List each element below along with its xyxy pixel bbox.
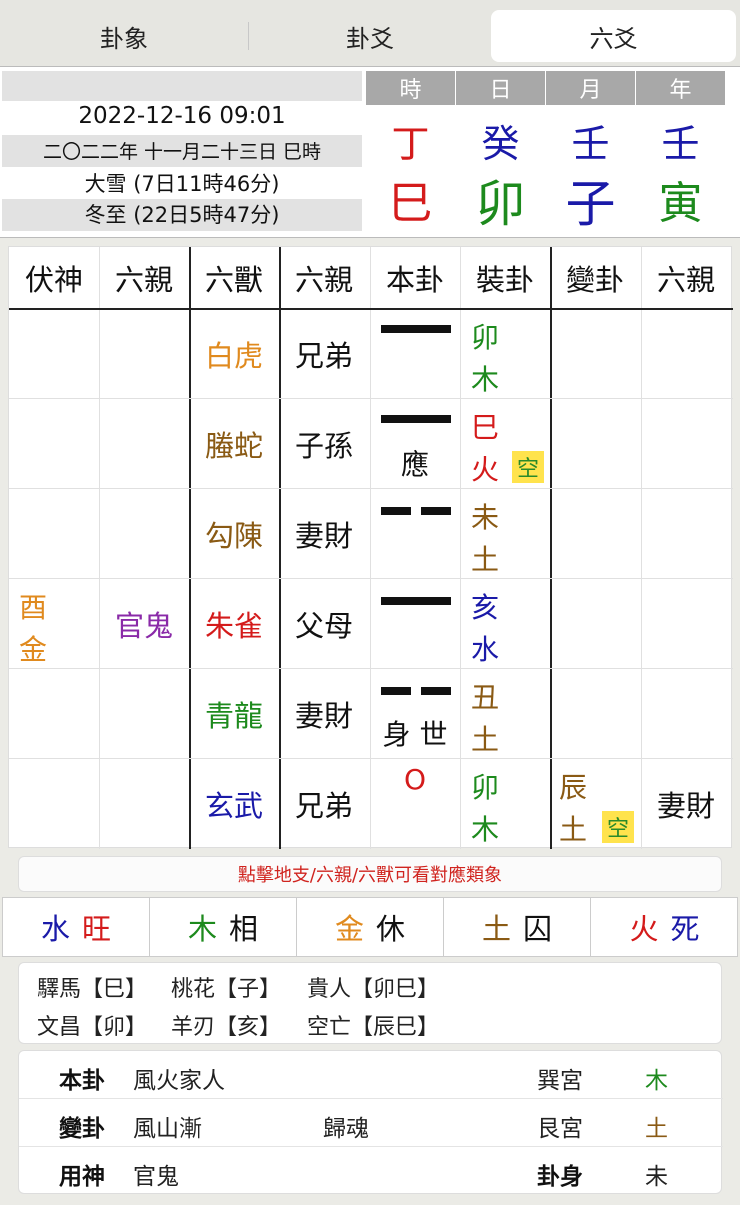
- header-liuqin-changed: 六親: [656, 263, 715, 297]
- beast-cell[interactable]: 朱雀: [189, 579, 279, 669]
- branch-cell[interactable]: 亥水: [465, 587, 505, 671]
- spirit-yangren[interactable]: 羊刃【亥】: [171, 1009, 281, 1041]
- kong-badge: 空: [512, 451, 544, 483]
- season-water: 水旺: [3, 898, 150, 956]
- spirit-yima[interactable]: 驛馬【巳】: [37, 971, 147, 1003]
- year-branch[interactable]: 寅: [636, 175, 725, 233]
- spirit-wenchang[interactable]: 文昌【卯】: [37, 1009, 147, 1041]
- solar-term-current: 大雪 (7日11時46分): [84, 172, 280, 196]
- relative-cell[interactable]: 父母: [279, 579, 369, 669]
- changed-branch-cell[interactable]: 辰土: [553, 767, 593, 851]
- season-wood: 木相: [150, 898, 297, 956]
- header-gray-band: [2, 71, 362, 101]
- grid-line: [9, 758, 733, 759]
- yin-line-right: [421, 507, 451, 515]
- gua-shen-value: 未: [645, 1164, 668, 1190]
- month-stem[interactable]: 壬: [546, 119, 635, 169]
- year-stem[interactable]: 壬: [636, 119, 725, 169]
- hidden-relative-cell[interactable]: 官鬼: [99, 579, 189, 669]
- ying-marker: 應: [400, 448, 429, 481]
- day-branch[interactable]: 卯: [456, 175, 545, 233]
- ben-gua-palace: 巽宮: [537, 1068, 583, 1094]
- relative-cell[interactable]: 子孫: [279, 399, 369, 489]
- branch-cell[interactable]: 卯木: [465, 317, 505, 401]
- ben-gua-name[interactable]: 風火家人: [133, 1061, 225, 1095]
- tab-gua-yao[interactable]: 卦爻: [248, 10, 492, 62]
- pillar-label-month: 月: [546, 71, 635, 105]
- shi-marker: 身 世: [382, 718, 448, 751]
- spirit-taohua[interactable]: 桃花【子】: [171, 971, 281, 1003]
- season-earth: 土囚: [444, 898, 591, 956]
- beast-cell[interactable]: 青龍: [189, 669, 279, 759]
- yin-line-right: [421, 687, 451, 695]
- header-liuqin: 六親: [294, 263, 353, 297]
- bian-gua-palace: 艮宮: [537, 1116, 583, 1142]
- spirit-guiren[interactable]: 貴人【卯巳】: [307, 971, 439, 1003]
- day-stem[interactable]: 癸: [456, 119, 545, 169]
- grid-line: [9, 488, 733, 489]
- kong-badge: 空: [602, 811, 634, 843]
- pillar-label-day: 日: [456, 71, 545, 105]
- beast-cell[interactable]: 白虎: [189, 309, 279, 399]
- row-divider: [19, 1098, 723, 1099]
- branch-cell[interactable]: 巳火: [465, 407, 505, 491]
- spirit-stars-panel: 驛馬【巳】 桃花【子】 貴人【卯巳】 文昌【卯】 羊刃【亥】 空亡【辰巳】: [18, 962, 722, 1044]
- element-strength-bar: 水旺 木相 金休 土囚 火死: [2, 897, 738, 957]
- yang-line: [381, 597, 451, 605]
- yong-shen-label: 用神: [59, 1164, 105, 1190]
- grid-line: [9, 398, 733, 399]
- relative-cell[interactable]: 兄弟: [279, 759, 369, 849]
- bian-gua-name[interactable]: 風山漸: [133, 1109, 202, 1143]
- tab-bar: 卦象 卦爻 六爻: [0, 0, 740, 66]
- tab-gua-xiang[interactable]: 卦象: [0, 10, 248, 62]
- row-divider: [19, 1146, 723, 1147]
- branch-cell[interactable]: 未土: [465, 497, 505, 581]
- beast-cell[interactable]: 螣蛇: [189, 399, 279, 489]
- month-branch[interactable]: 子: [546, 175, 635, 233]
- relative-cell[interactable]: 妻財: [279, 669, 369, 759]
- header-zhuanggua: 裝卦: [475, 263, 534, 297]
- changed-relative-cell[interactable]: 妻財: [641, 759, 731, 849]
- beast-cell[interactable]: 勾陳: [189, 489, 279, 579]
- beast-cell[interactable]: 玄武: [189, 759, 279, 849]
- season-metal: 金休: [297, 898, 444, 956]
- hexagram-table: 伏神 六親 六獸 六親 本卦 裝卦 變卦 六親 白虎 兄弟 卯木 螣蛇 子孫 應…: [8, 246, 733, 851]
- solar-term-next: 冬至 (22日5時47分): [84, 203, 280, 227]
- yin-line-left: [381, 507, 411, 515]
- moving-line-marker: O: [403, 763, 427, 796]
- pillar-label-year: 年: [636, 71, 725, 105]
- gua-shen-label: 卦身: [537, 1164, 583, 1190]
- spirit-kongwang[interactable]: 空亡【辰巳】: [307, 1009, 439, 1041]
- bian-gua-label: 變卦: [59, 1116, 105, 1142]
- ben-gua-label: 本卦: [59, 1068, 105, 1094]
- season-fire: 火死: [629, 912, 700, 946]
- bian-gua-element: 土: [645, 1116, 668, 1142]
- yin-line-left: [381, 687, 411, 695]
- hour-branch[interactable]: 巳: [366, 175, 455, 233]
- header-liuqin-hidden: 六親: [114, 263, 173, 297]
- relative-cell[interactable]: 妻財: [279, 489, 369, 579]
- lunar-date: 二〇二二年 十一月二十三日 巳時: [42, 141, 322, 163]
- header-biangua: 變卦: [565, 263, 624, 297]
- header-liushou: 六獸: [204, 263, 263, 297]
- solar-datetime: 2022-12-16 09:01: [78, 103, 286, 129]
- ben-gua-element: 木: [645, 1068, 668, 1094]
- hour-stem[interactable]: 丁: [366, 119, 455, 169]
- tab-liu-yao[interactable]: 六爻: [491, 10, 736, 62]
- header-fushen: 伏神: [24, 263, 83, 297]
- hint-banner: 點擊地支/六親/六獸可看對應類象: [18, 856, 722, 892]
- yang-line: [381, 415, 451, 423]
- branch-cell[interactable]: 卯木: [465, 767, 505, 851]
- bian-gua-type: 歸魂: [323, 1116, 369, 1142]
- pillar-label-hour: 時: [366, 71, 455, 105]
- relative-cell[interactable]: 兄弟: [279, 309, 369, 399]
- yong-shen-value[interactable]: 官鬼: [133, 1157, 179, 1191]
- branch-cell[interactable]: 丑土: [465, 677, 505, 761]
- date-header: 2022-12-16 09:01 二〇二二年 十一月二十三日 巳時 大雪 (7日…: [0, 66, 740, 238]
- hidden-branch-cell[interactable]: 酉金: [13, 587, 53, 671]
- hexagram-summary: 本卦 風火家人 巽宮 木 變卦 風山漸 歸魂 艮宮 土 用神 官鬼 卦身 未: [18, 1050, 723, 1194]
- header-bengua: 本卦: [385, 263, 444, 297]
- yang-line: [381, 325, 451, 333]
